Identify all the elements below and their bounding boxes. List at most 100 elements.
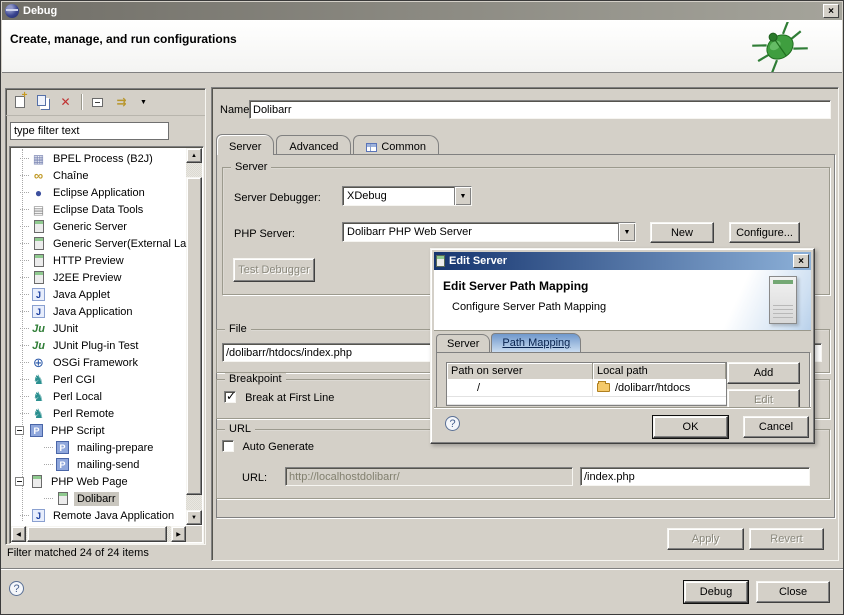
tree-item[interactable]: Perl Local	[12, 388, 203, 405]
tab-advanced[interactable]: Advanced	[276, 135, 351, 155]
php-server-value: Dolibarr PHP Web Server	[343, 226, 618, 238]
path-mapping-table: Path on server Local path / /dolibarr/ht…	[446, 362, 727, 406]
tab-server-settings[interactable]: Server	[436, 334, 490, 353]
dialog-close-button[interactable]: ×	[793, 254, 809, 268]
apply-button[interactable]: Apply	[667, 528, 744, 550]
tree-item-label: Generic Server(External La	[50, 237, 189, 251]
horizontal-scroll-thumb[interactable]	[27, 526, 167, 542]
cancel-button[interactable]: Cancel	[743, 416, 809, 438]
tree-item[interactable]: PHP Web Page	[12, 473, 203, 490]
tree-item[interactable]: HTTP Preview	[12, 252, 203, 269]
filter-input[interactable]	[10, 122, 169, 140]
chevron-down-icon[interactable]: ▼	[618, 223, 635, 241]
chevron-down-icon[interactable]: ▼	[454, 187, 471, 205]
tree-item[interactable]: mailing-prepare	[12, 439, 203, 456]
tree-item[interactable]: Dolibarr	[12, 490, 203, 507]
tree-item[interactable]: JUnit Plug-in Test	[12, 337, 203, 354]
server-icon	[436, 255, 445, 267]
toolbar-menu-dropdown-icon[interactable]: ▼	[134, 93, 153, 111]
tree-item-icon	[28, 424, 45, 438]
tree-item-label: PHP Web Page	[48, 475, 131, 489]
tab-server[interactable]: Server	[216, 134, 274, 155]
close-button[interactable]: Close	[756, 581, 830, 603]
folder-icon	[597, 383, 610, 392]
tree-guide-stub	[20, 175, 29, 176]
tree-item-icon	[30, 509, 47, 523]
tree-item[interactable]: Chaîne	[12, 167, 203, 184]
tree-item-icon	[54, 441, 71, 455]
tree-guide-stub	[20, 379, 29, 380]
ok-button[interactable]: OK	[653, 416, 728, 438]
tree-guide-stub	[20, 294, 29, 295]
tree-item-icon	[30, 220, 47, 234]
tree-item-label: BPEL Process (B2J)	[50, 152, 156, 166]
tree-item[interactable]: BPEL Process (B2J)	[12, 150, 203, 167]
server-tower-icon	[769, 276, 797, 324]
tree-item-label: Remote Java Application	[50, 509, 177, 523]
tree-collapse-icon[interactable]	[15, 426, 24, 435]
tree-item-icon	[30, 186, 47, 200]
auto-generate-checkbox[interactable]	[222, 440, 234, 452]
tree-guide-stub	[20, 192, 29, 193]
scroll-left-icon[interactable]: ◀	[11, 526, 26, 542]
column-local-path[interactable]: Local path	[593, 363, 726, 379]
eclipse-logo-icon	[5, 4, 19, 18]
tab-path-mapping[interactable]: Path Mapping	[491, 333, 581, 353]
url-path-input[interactable]	[580, 467, 810, 486]
url-group-legend: URL	[225, 423, 255, 435]
table-header: Path on server Local path	[447, 363, 726, 379]
window-close-button[interactable]: ×	[823, 4, 839, 18]
column-path-on-server[interactable]: Path on server	[447, 363, 593, 379]
tree-item[interactable]: Perl Remote	[12, 405, 203, 422]
name-label: Name:	[220, 104, 252, 116]
tree-item[interactable]: J2EE Preview	[12, 269, 203, 286]
window-titlebar[interactable]: Debug ×	[2, 2, 842, 20]
revert-button[interactable]: Revert	[749, 528, 824, 550]
server-debugger-value: XDebug	[343, 190, 454, 202]
break-first-line-label: Break at First Line	[245, 392, 334, 404]
tree-item[interactable]: Java Applet	[12, 286, 203, 303]
test-debugger-button[interactable]: Test Debugger	[233, 258, 315, 282]
tree-item[interactable]: OSGi Framework	[12, 354, 203, 371]
tree-item-label: Perl Local	[50, 390, 105, 404]
tree-item[interactable]: mailing-send	[12, 456, 203, 473]
tree-item[interactable]: Eclipse Data Tools	[12, 201, 203, 218]
tab-common[interactable]: Common	[353, 135, 439, 155]
tree-item-label: mailing-prepare	[74, 441, 156, 455]
tree-item[interactable]: JUnit	[12, 320, 203, 337]
tree-item[interactable]: Remote Java Application	[12, 507, 203, 524]
debug-bug-icon	[748, 22, 812, 72]
collapse-all-icon[interactable]	[88, 93, 107, 111]
tree-item[interactable]: Eclipse Application	[12, 184, 203, 201]
tree-item-label: Perl Remote	[50, 407, 117, 421]
configure-button[interactable]: Configure...	[729, 222, 800, 243]
new-configuration-icon[interactable]	[10, 93, 29, 111]
tree-collapse-icon[interactable]	[15, 477, 24, 486]
filter-icon[interactable]: ⇉	[111, 93, 130, 111]
scroll-right-icon[interactable]: ▶	[171, 526, 186, 542]
new-server-button[interactable]: New	[650, 222, 714, 243]
tree-item[interactable]: Generic Server(External La	[12, 235, 203, 252]
path-mapping-row[interactable]: / /dolibarr/htdocs	[447, 379, 726, 397]
dialog-help-icon[interactable]: ?	[445, 416, 460, 431]
tree-horizontal-scrollbar[interactable]: ◀ ▶	[11, 526, 186, 542]
tree-item[interactable]: PHP Script	[12, 422, 203, 439]
dialog-button-bar: ? OK Cancel	[434, 407, 811, 440]
configurations-panel: ✕ ⇉ ▼ ▲ ▼ ◀ ▶	[5, 88, 206, 545]
tab-server-label: Server	[229, 141, 261, 153]
name-input[interactable]	[249, 100, 831, 119]
tree-item[interactable]: Generic Server	[12, 218, 203, 235]
empty-table-row	[447, 397, 726, 405]
server-debugger-select[interactable]: XDebug ▼	[342, 186, 472, 206]
add-mapping-button[interactable]: Add	[727, 362, 800, 384]
banner-title: Create, manage, and run configurations	[10, 32, 237, 46]
tree-item[interactable]: Perl CGI	[12, 371, 203, 388]
delete-icon[interactable]: ✕	[56, 93, 75, 111]
php-server-select[interactable]: Dolibarr PHP Web Server ▼	[342, 222, 636, 242]
dialog-titlebar[interactable]: Edit Server ×	[434, 252, 811, 270]
debug-button[interactable]: Debug	[684, 581, 748, 603]
duplicate-icon[interactable]	[33, 93, 52, 111]
break-first-line-checkbox[interactable]	[224, 391, 236, 403]
tree-item[interactable]: Java Application	[12, 303, 203, 320]
help-icon[interactable]: ?	[9, 581, 24, 596]
